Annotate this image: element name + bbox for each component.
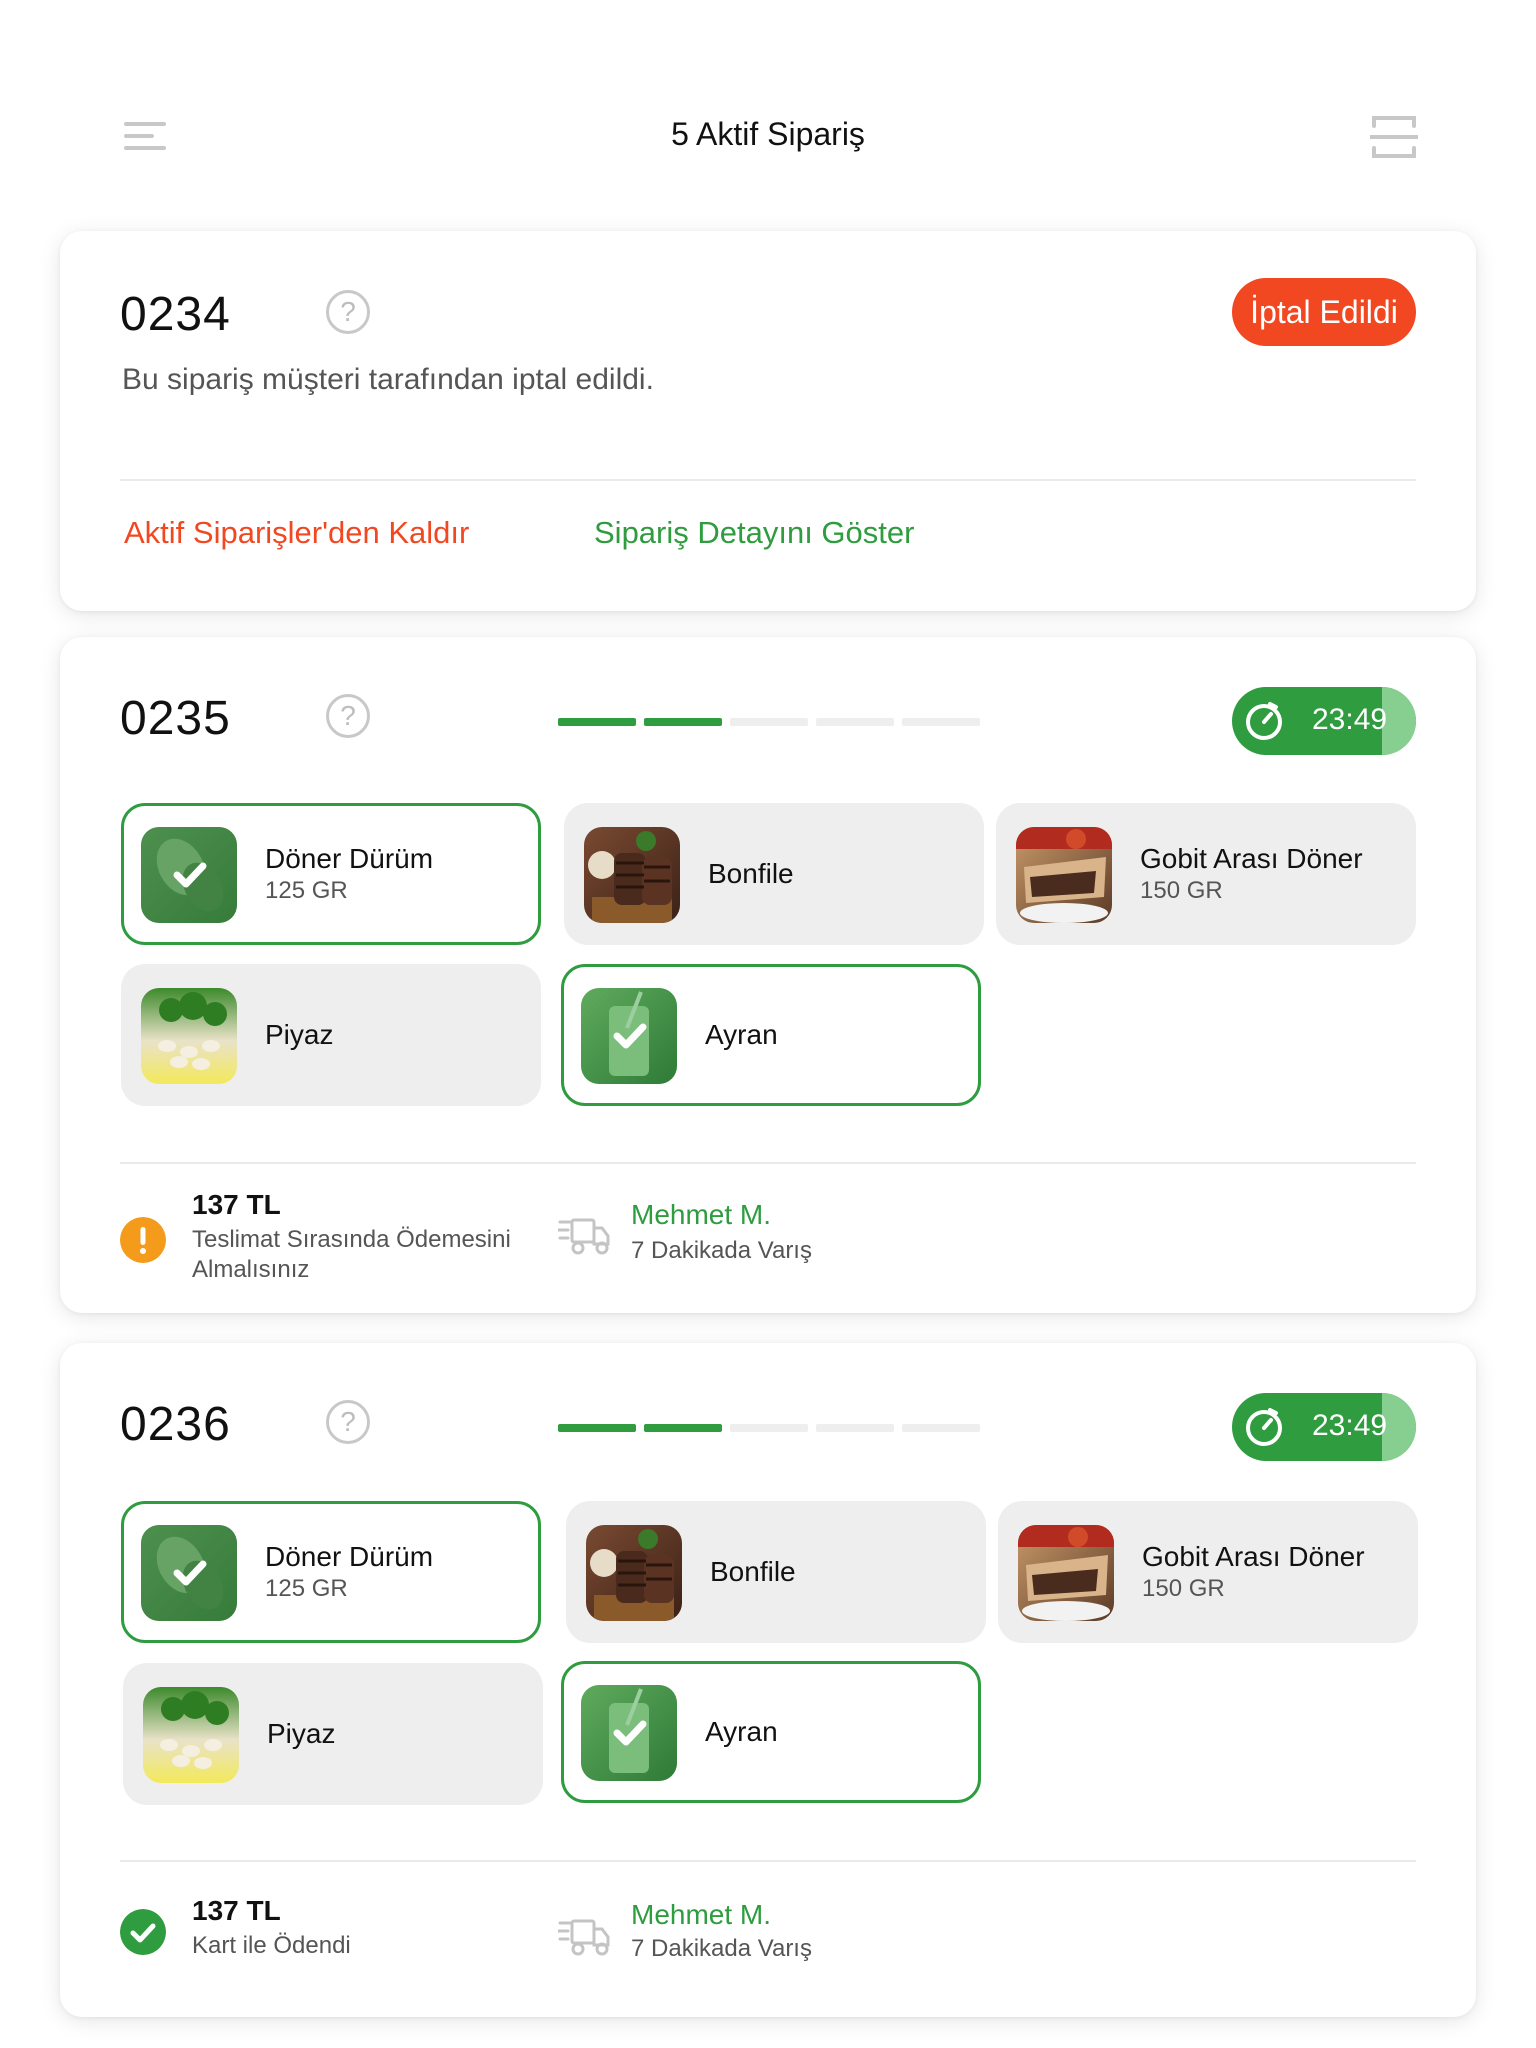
item-name: Gobit Arası Döner — [1142, 1541, 1365, 1572]
item-quantity: 150 GR — [1142, 1575, 1225, 1602]
item-name: Bonfile — [708, 858, 794, 889]
payment-note: Kart ile Ödendi — [192, 1932, 351, 1959]
item-name: Gobit Arası Döner — [1140, 843, 1363, 874]
remove-from-active-link[interactable]: Aktif Siparişler'den Kaldır — [124, 515, 469, 551]
bean-salad-food-image — [141, 988, 237, 1084]
order-number: 0235 — [120, 692, 231, 745]
progress-step — [644, 718, 722, 726]
order-item[interactable]: Gobit Arası Döner 150 GR — [998, 1501, 1418, 1643]
order-item[interactable]: Döner Dürüm 125 GR — [121, 803, 541, 945]
progress-step — [730, 718, 808, 726]
help-icon[interactable]: ? — [326, 1400, 370, 1444]
scan-icon[interactable] — [1370, 114, 1418, 160]
payment-amount: 137 TL — [192, 1189, 281, 1220]
item-name: Ayran — [705, 1716, 778, 1747]
stopwatch-icon — [1246, 1408, 1282, 1446]
cancel-message: Bu sipariş müşteri tarafından iptal edil… — [122, 363, 654, 396]
ayran-drink-image — [581, 1685, 677, 1781]
bean-salad-food-image — [143, 1687, 239, 1783]
help-icon[interactable]: ? — [326, 694, 370, 738]
progress-step — [816, 1424, 894, 1432]
order-item[interactable]: Bonfile — [566, 1501, 986, 1643]
order-item[interactable]: Piyaz — [121, 964, 541, 1106]
item-name: Piyaz — [265, 1019, 334, 1050]
courier-name: Mehmet M. — [631, 1199, 772, 1230]
ayran-drink-image — [581, 988, 677, 1084]
steak-food-image — [586, 1525, 682, 1621]
courier-eta: 7 Dakikada Varış — [631, 1237, 812, 1264]
delivery-truck-icon — [558, 1218, 610, 1255]
progress-step — [558, 1424, 636, 1432]
order-progress — [558, 718, 980, 726]
divider — [120, 1860, 1416, 1862]
check-icon — [141, 1525, 237, 1621]
doner-sandwich-food-image — [1018, 1525, 1114, 1621]
timer-badge: 23:49 — [1232, 1393, 1416, 1461]
help-icon[interactable]: ? — [326, 290, 370, 334]
steak-food-image — [584, 827, 680, 923]
order-item[interactable]: Ayran — [561, 1661, 981, 1803]
page-title: 5 Aktif Sipariş — [671, 116, 865, 152]
item-name: Ayran — [705, 1019, 778, 1050]
check-icon — [581, 988, 677, 1084]
check-icon — [141, 827, 237, 923]
progress-step — [558, 718, 636, 726]
progress-step — [644, 1424, 722, 1432]
doner-sandwich-food-image — [1016, 827, 1112, 923]
timer-badge: 23:49 — [1232, 687, 1416, 755]
courier-eta: 7 Dakikada Varış — [631, 1935, 812, 1962]
check-circle-icon — [120, 1909, 166, 1955]
order-number: 0234 — [120, 288, 231, 341]
delivery-truck-icon — [558, 1919, 610, 1956]
progress-step — [902, 718, 980, 726]
warning-icon — [120, 1217, 166, 1263]
order-card-0236: 0236 ? 23:49 Döner Dürüm 125 GR Bonfile … — [60, 1343, 1476, 2017]
payment-note: Teslimat Sırasında Ödemesini Almalısınız — [192, 1226, 511, 1283]
divider — [120, 479, 1416, 481]
order-item[interactable]: Döner Dürüm 125 GR — [121, 1501, 541, 1643]
order-item[interactable]: Piyaz — [123, 1663, 543, 1805]
item-quantity: 125 GR — [265, 877, 348, 904]
order-item[interactable]: Ayran — [561, 964, 981, 1106]
progress-step — [816, 718, 894, 726]
wrap-food-image — [141, 827, 237, 923]
order-item[interactable]: Gobit Arası Döner 150 GR — [996, 803, 1416, 945]
item-name: Bonfile — [710, 1556, 796, 1587]
courier-name: Mehmet M. — [631, 1899, 772, 1930]
timer-value: 23:49 — [1312, 1409, 1388, 1442]
order-card-0235: 0235 ? 23:49 Döner Dürüm 125 GR Bonfile … — [60, 637, 1476, 1313]
order-item[interactable]: Bonfile — [564, 803, 984, 945]
show-order-detail-link[interactable]: Sipariş Detayını Göster — [594, 515, 914, 551]
divider — [120, 1162, 1416, 1164]
order-progress — [558, 1424, 980, 1432]
item-name: Piyaz — [267, 1718, 336, 1749]
item-quantity: 125 GR — [265, 1575, 348, 1602]
item-name: Döner Dürüm — [265, 843, 434, 874]
wrap-food-image — [141, 1525, 237, 1621]
top-bar: 5 Aktif Sipariş — [0, 0, 1536, 230]
item-quantity: 150 GR — [1140, 877, 1223, 904]
stopwatch-icon — [1246, 702, 1282, 740]
progress-step — [730, 1424, 808, 1432]
payment-amount: 137 TL — [192, 1895, 281, 1926]
item-name: Döner Dürüm — [265, 1541, 434, 1572]
order-card-0234: 0234 ? İptal Edildi Bu sipariş müşteri t… — [60, 231, 1476, 611]
progress-step — [902, 1424, 980, 1432]
status-badge: İptal Edildi — [1232, 278, 1416, 346]
check-icon — [581, 1685, 677, 1781]
timer-value: 23:49 — [1312, 703, 1388, 736]
order-number: 0236 — [120, 1398, 231, 1451]
